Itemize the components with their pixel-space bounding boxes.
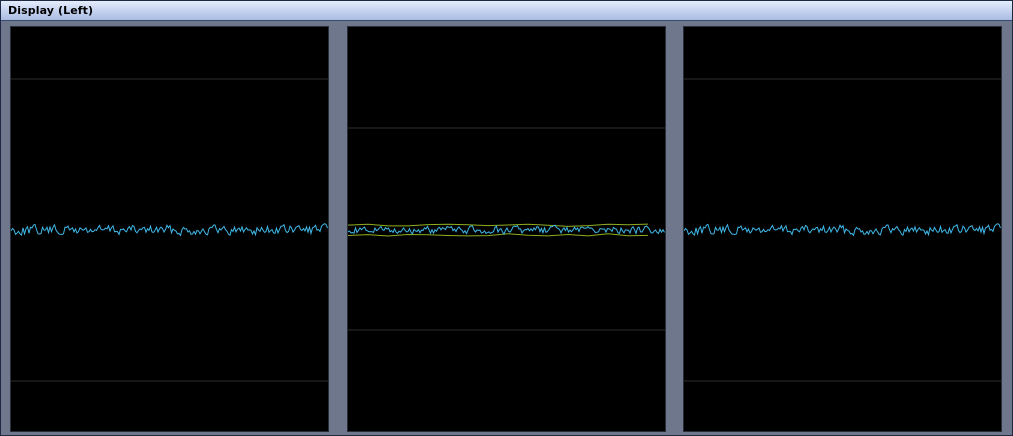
waveform-trace-center [348, 224, 665, 236]
window-title: Display (Left) [8, 4, 94, 17]
waveform-panel-left[interactable] [10, 26, 329, 432]
waveform-panel-center[interactable] [347, 26, 666, 432]
envelope-upper-line [348, 223, 649, 227]
waveform-plot-center [348, 127, 665, 331]
window-titlebar[interactable]: Display (Left) [1, 1, 1012, 21]
waveform-trace-right [684, 223, 1001, 237]
envelope-lower-line [348, 233, 649, 237]
waveform-trace-left [11, 223, 328, 237]
waveform-plot-right [684, 78, 1001, 382]
waveform-plot-left [11, 78, 328, 382]
waveform-panel-right[interactable] [683, 26, 1002, 432]
display-window: Display (Left) [0, 0, 1013, 436]
